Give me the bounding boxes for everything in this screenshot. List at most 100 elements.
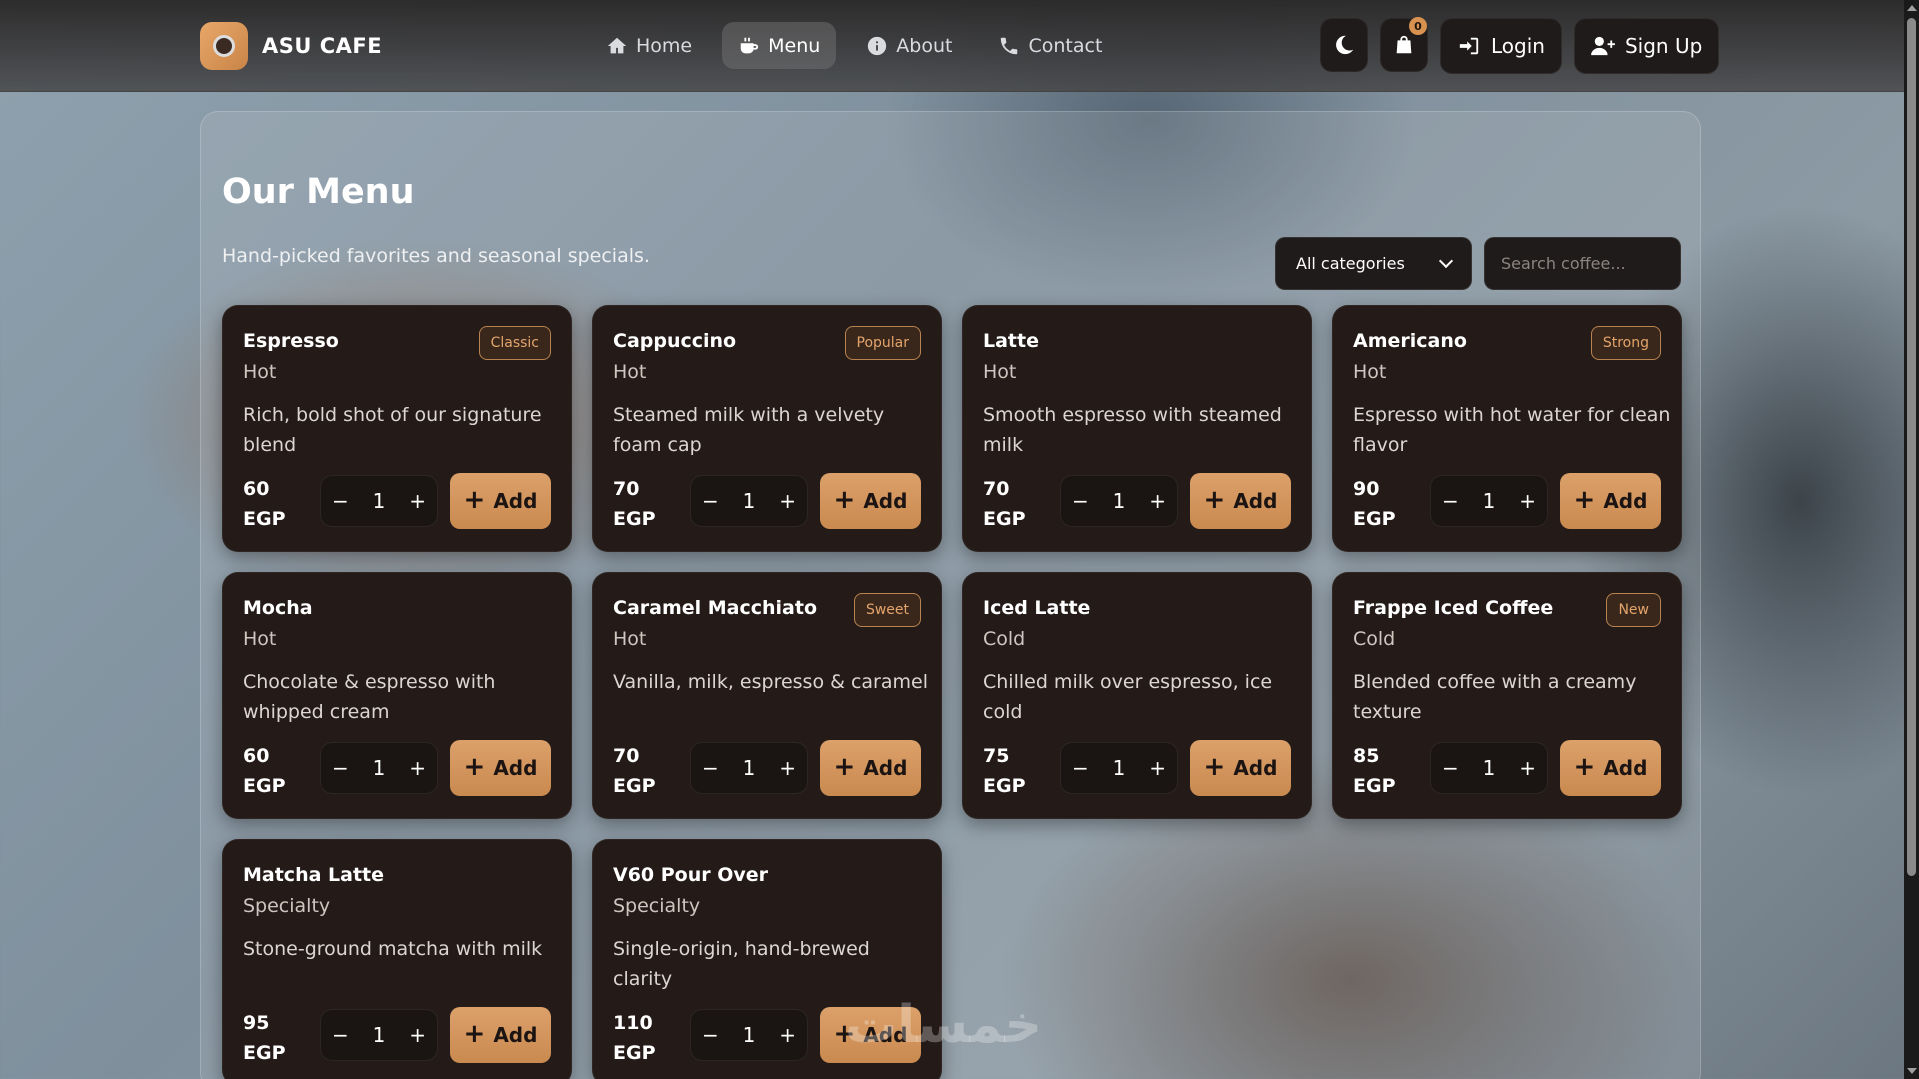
increment-button[interactable]: + xyxy=(403,756,433,780)
nav-menu-label: Menu xyxy=(768,34,821,57)
menu-item-type: Hot xyxy=(243,628,277,650)
increment-button[interactable]: + xyxy=(1513,756,1543,780)
increment-button[interactable]: + xyxy=(403,489,433,513)
increment-button[interactable]: + xyxy=(403,1023,433,1047)
category-select[interactable]: All categories xyxy=(1275,237,1472,290)
add-label: Add xyxy=(1233,756,1278,780)
plus-icon: + xyxy=(1573,751,1596,782)
menu-item-name: Caramel Macchiato xyxy=(613,597,818,619)
quantity-stepper: −1 + xyxy=(1060,742,1178,794)
add-label: Add xyxy=(1603,756,1648,780)
menu-item-name: Cappuccino xyxy=(613,330,737,352)
menu-item-price: 90 EGP xyxy=(1353,474,1403,534)
increment-button[interactable]: + xyxy=(773,1023,803,1047)
quantity-stepper: −1 + xyxy=(690,475,808,527)
plus-icon: + xyxy=(463,484,486,515)
menu-item-description: Chilled milk over espresso, ice cold xyxy=(983,671,1273,723)
menu-item-type: Hot xyxy=(243,361,277,383)
price-value: 85 xyxy=(1353,745,1380,767)
scrollbar[interactable] xyxy=(1904,0,1919,1079)
signup-button[interactable]: Sign Up xyxy=(1573,18,1720,74)
moon-icon xyxy=(1336,35,1354,55)
add-label: Add xyxy=(493,489,538,513)
decrement-button[interactable]: − xyxy=(1435,756,1465,780)
increment-button[interactable]: + xyxy=(1143,756,1173,780)
login-icon xyxy=(1459,37,1479,55)
add-to-cart-button[interactable]: + Add xyxy=(450,473,551,529)
menu-item-price: 70 EGP xyxy=(983,474,1033,534)
menu-item-price: 95 EGP xyxy=(243,1008,293,1068)
increment-button[interactable]: + xyxy=(1513,489,1543,513)
plus-icon: + xyxy=(1203,484,1226,515)
theme-toggle-button[interactable] xyxy=(1320,18,1368,72)
nav-home[interactable]: Home xyxy=(590,22,708,69)
menu-item-badge: Classic xyxy=(478,326,551,360)
add-to-cart-button[interactable]: + Add xyxy=(1560,473,1661,529)
quantity-value: 1 xyxy=(742,1023,756,1047)
bag-icon xyxy=(1396,35,1412,54)
quantity-value: 1 xyxy=(742,756,756,780)
scroll-up-icon[interactable] xyxy=(1907,5,1917,11)
menu-item-price: 70 EGP xyxy=(613,741,663,801)
chevron-down-icon xyxy=(1438,253,1454,269)
add-to-cart-button[interactable]: + Add xyxy=(820,473,921,529)
scroll-down-icon[interactable] xyxy=(1907,1068,1917,1074)
cart-button[interactable]: 0 xyxy=(1380,17,1428,72)
add-to-cart-button[interactable]: + Add xyxy=(450,740,551,796)
add-to-cart-button[interactable]: + Add xyxy=(820,740,921,796)
quantity-value: 1 xyxy=(372,489,386,513)
decrement-button[interactable]: − xyxy=(1065,756,1095,780)
decrement-button[interactable]: − xyxy=(695,756,725,780)
decrement-button[interactable]: − xyxy=(695,1023,725,1047)
page-subtitle: Hand-picked favorites and seasonal speci… xyxy=(222,245,650,267)
nav-menu[interactable]: Menu xyxy=(722,22,837,69)
scroll-thumb[interactable] xyxy=(1907,18,1916,876)
brand-name: ASU CAFE xyxy=(262,34,383,58)
main-nav: Home Menu About Contact xyxy=(590,22,1118,69)
price-currency: EGP xyxy=(983,508,1026,530)
price-currency: EGP xyxy=(983,775,1026,797)
increment-button[interactable]: + xyxy=(773,489,803,513)
increment-button[interactable]: + xyxy=(773,756,803,780)
add-to-cart-button[interactable]: + Add xyxy=(450,1007,551,1063)
login-button[interactable]: Login xyxy=(1440,18,1562,74)
decrement-button[interactable]: − xyxy=(695,489,725,513)
decrement-button[interactable]: − xyxy=(1065,489,1095,513)
add-to-cart-button[interactable]: + Add xyxy=(1560,740,1661,796)
nav-about-label: About xyxy=(896,34,953,57)
menu-item-name: Matcha Latte xyxy=(243,864,385,886)
plus-icon: + xyxy=(833,751,856,782)
menu-item-name: Frappe Iced Coffee xyxy=(1353,597,1554,619)
coffee-icon xyxy=(740,37,759,53)
search-input[interactable] xyxy=(1484,237,1681,290)
price-value: 90 xyxy=(1353,478,1380,500)
menu-item-card: Matcha Latte Specialty Stone-ground matcha… xyxy=(222,839,572,1079)
add-to-cart-button[interactable]: + Add xyxy=(1190,740,1291,796)
menu-item-name: V60 Pour Over xyxy=(613,864,769,886)
nav-contact[interactable]: Contact xyxy=(982,22,1118,69)
menu-item-badge: Popular xyxy=(844,326,921,360)
decrement-button[interactable]: − xyxy=(325,489,355,513)
menu-item-card: Caramel Macchiato Sweet Hot Vanilla, milk, … xyxy=(592,572,942,819)
plus-icon: + xyxy=(463,1018,486,1049)
cart-count-badge: 0 xyxy=(1409,17,1427,35)
decrement-button[interactable]: − xyxy=(325,1023,355,1047)
decrement-button[interactable]: − xyxy=(1435,489,1465,513)
menu-item-badge: Strong xyxy=(1590,326,1661,360)
price-value: 60 xyxy=(243,745,270,767)
price-currency: EGP xyxy=(243,1042,286,1064)
menu-item-badge: Sweet xyxy=(853,593,921,627)
decrement-button[interactable]: − xyxy=(325,756,355,780)
increment-button[interactable]: + xyxy=(1143,489,1173,513)
menu-item-card: Latte Hot Smooth espresso with steamed mil… xyxy=(962,305,1312,552)
nav-actions: 0 Login Sign Up xyxy=(1320,17,1720,74)
menu-item-description: Vanilla, milk, espresso & caramel xyxy=(613,671,928,693)
plus-icon: + xyxy=(463,751,486,782)
menu-item-price: 70 EGP xyxy=(613,474,663,534)
quantity-stepper: −1 + xyxy=(320,1009,438,1061)
price-value: 95 xyxy=(243,1012,270,1034)
nav-about[interactable]: About xyxy=(850,22,968,69)
brand[interactable]: ASU CAFE xyxy=(200,22,382,70)
add-to-cart-button[interactable]: + Add xyxy=(1190,473,1291,529)
add-label: Add xyxy=(863,756,908,780)
